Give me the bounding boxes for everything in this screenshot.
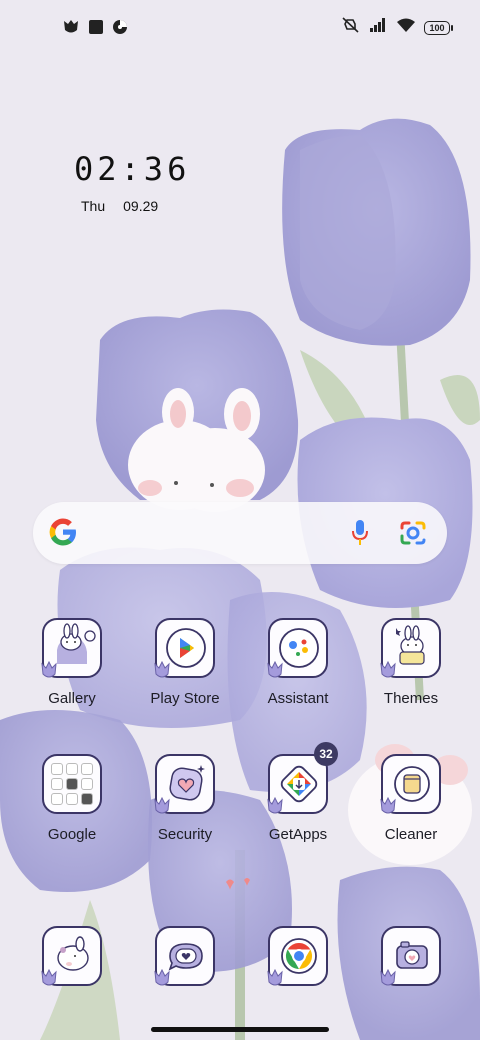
tulip-decoration-icon — [380, 796, 396, 814]
mute-vibrate-icon — [341, 17, 361, 38]
tulip-decoration-icon — [154, 660, 170, 678]
app-getapps[interactable]: 32 GetApps — [242, 742, 354, 843]
app-google-folder[interactable]: Google — [16, 754, 128, 843]
microphone-icon[interactable] — [351, 519, 369, 552]
app-security[interactable]: Security — [129, 754, 241, 843]
chrome-icon — [267, 926, 328, 986]
clock-day: Thu — [81, 198, 106, 214]
app-assistant[interactable]: Assistant — [242, 618, 354, 707]
app-label: Google — [47, 826, 97, 843]
assistant-icon — [267, 618, 328, 678]
status-bar: 100 — [0, 0, 480, 56]
tulip-decoration-icon — [380, 968, 396, 986]
tulip-decoration-icon — [41, 968, 57, 986]
getapps-icon: 32 — [267, 742, 338, 814]
tulip-decoration-icon — [41, 660, 57, 678]
app-label: Assistant — [267, 690, 329, 707]
tulip-decoration-icon — [267, 660, 283, 678]
tulip-decoration-icon — [267, 796, 283, 814]
app-label: Cleaner — [384, 826, 438, 843]
messages-heart-icon — [154, 926, 215, 986]
app-play-store[interactable]: Play Store — [129, 618, 241, 707]
clock-time[interactable]: 02:36 — [74, 150, 190, 188]
lens-camera-icon[interactable] — [399, 520, 427, 551]
dock-camera[interactable] — [355, 926, 467, 986]
security-heart-icon — [154, 754, 215, 814]
clock-app-icon — [112, 19, 128, 40]
clock-date-value: 09.29 — [123, 198, 159, 214]
google-search-bar[interactable] — [33, 502, 447, 564]
bunny-themes-icon — [380, 618, 441, 678]
camera-heart-icon — [380, 926, 441, 986]
app-themes[interactable]: Themes — [355, 618, 467, 707]
square-app-icon — [88, 19, 104, 40]
tulip-decoration-icon — [380, 660, 396, 678]
notification-badge: 32 — [314, 742, 338, 766]
dock-phone[interactable] — [16, 926, 128, 986]
app-gallery[interactable]: Gallery — [16, 618, 128, 707]
battery-indicator: 100 — [424, 20, 453, 35]
cleaner-icon — [380, 754, 441, 814]
dock-messages[interactable] — [129, 926, 241, 986]
bunny-phone-icon — [41, 926, 102, 986]
app-cleaner[interactable]: Cleaner — [355, 754, 467, 843]
app-label: Themes — [383, 690, 439, 707]
play-store-icon — [154, 618, 215, 678]
wifi-icon — [397, 18, 415, 37]
tulip-app-icon — [62, 18, 80, 41]
tulip-decoration-icon — [154, 796, 170, 814]
clock-date[interactable]: Thu 09.29 — [81, 198, 158, 214]
app-label: Gallery — [48, 690, 96, 707]
google-g-icon — [47, 516, 79, 553]
app-label: Play Store — [150, 690, 220, 707]
home-gesture-bar[interactable] — [151, 1027, 329, 1032]
tulip-decoration-icon — [267, 968, 283, 986]
dock-chrome[interactable] — [242, 926, 354, 986]
google-folder-icon — [42, 754, 102, 814]
bunny-gallery-icon — [41, 618, 102, 678]
signal-icon — [370, 18, 388, 37]
tulip-decoration-icon — [154, 968, 170, 986]
app-label: Security — [157, 826, 213, 843]
app-label: GetApps — [268, 826, 328, 843]
